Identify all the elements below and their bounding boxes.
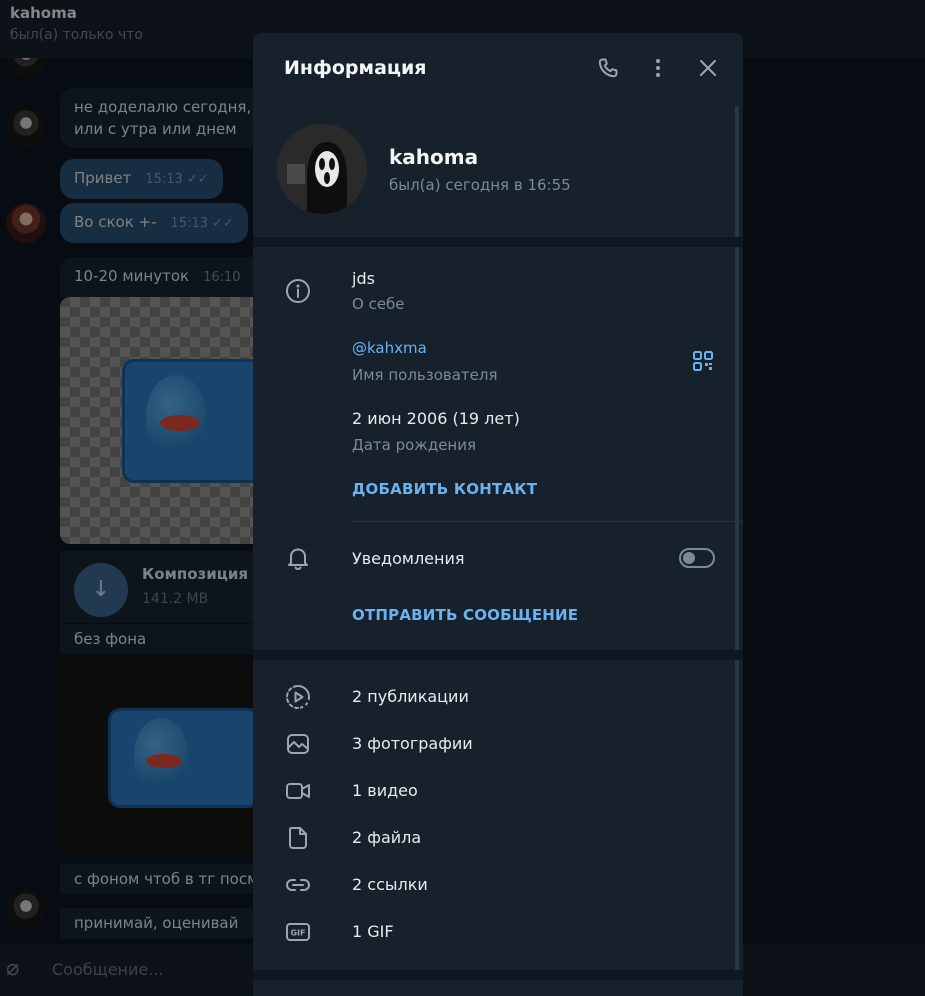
- profile-avatar[interactable]: [277, 124, 367, 214]
- story-icon: [285, 685, 310, 709]
- notifications-label: Уведомления: [352, 549, 465, 568]
- add-contact-button[interactable]: ДОБАВИТЬ КОНТАКТ: [352, 480, 537, 498]
- file-icon: [289, 827, 307, 849]
- username-link[interactable]: @kahxma: [352, 339, 427, 357]
- ghostface-image: [277, 124, 367, 214]
- media-row-gifs[interactable]: GIF 1 GIF: [253, 912, 743, 952]
- media-label: 3 фотографии: [352, 734, 473, 753]
- media-label: 2 ссылки: [352, 875, 428, 894]
- birthday-label: Дата рождения: [352, 436, 476, 454]
- phone-icon[interactable]: [596, 56, 620, 80]
- info-panel: Информация kahoma был(а) сегодня в 16:55: [253, 33, 743, 996]
- media-label: 1 GIF: [352, 922, 394, 941]
- toggle-knob: [683, 552, 695, 564]
- section-divider: [253, 650, 743, 660]
- notifications-toggle[interactable]: [679, 548, 715, 568]
- bio-value[interactable]: jds: [352, 269, 375, 288]
- send-message-button[interactable]: ОТПРАВИТЬ СООБЩЕНИЕ: [352, 606, 578, 624]
- profile-status: был(а) сегодня в 16:55: [389, 176, 571, 194]
- video-icon: [286, 783, 310, 799]
- photo-icon: [287, 734, 309, 754]
- media-label: 2 публикации: [352, 687, 469, 706]
- section-divider: [253, 237, 743, 247]
- qr-code-icon[interactable]: [691, 349, 715, 373]
- media-row-videos[interactable]: 1 видео: [253, 771, 743, 811]
- more-vertical-icon[interactable]: [646, 56, 670, 80]
- panel-header: Информация: [253, 33, 743, 103]
- section-divider: [253, 970, 743, 980]
- media-label: 2 файла: [352, 828, 422, 847]
- divider: [352, 521, 743, 522]
- media-label: 1 видео: [352, 781, 418, 800]
- media-row-photos[interactable]: 3 фотографии: [253, 724, 743, 764]
- media-row-links[interactable]: 2 ссылки: [253, 865, 743, 905]
- gif-icon: GIF: [286, 923, 310, 941]
- svg-text:GIF: GIF: [290, 929, 305, 938]
- username-label: Имя пользователя: [352, 366, 498, 384]
- profile-name: kahoma: [389, 145, 479, 169]
- media-row-files[interactable]: 2 файла: [253, 818, 743, 858]
- link-icon: [285, 879, 311, 891]
- media-row-publications[interactable]: 2 публикации: [253, 677, 743, 717]
- birthday-value[interactable]: 2 июн 2006 (19 лет): [352, 409, 520, 428]
- close-icon[interactable]: [696, 56, 720, 80]
- panel-title: Информация: [284, 57, 427, 79]
- bio-label: О себе: [352, 295, 405, 313]
- info-icon: [286, 279, 310, 303]
- bell-icon: [288, 548, 308, 571]
